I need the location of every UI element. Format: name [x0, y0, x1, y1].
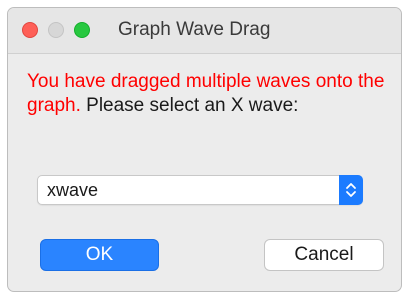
dialog-message: You have dragged multiple waves onto the… [27, 70, 392, 118]
ok-button[interactable]: OK [40, 239, 159, 271]
x-wave-select-value: xwave [47, 180, 99, 200]
window-title: Graph Wave Drag [118, 19, 271, 40]
dialog-window: Graph Wave Drag You have dragged multipl… [7, 7, 402, 292]
x-wave-select[interactable]: xwave [37, 175, 363, 205]
chevron-updown-icon[interactable] [339, 175, 363, 205]
zoom-window-button[interactable] [74, 22, 90, 38]
close-window-button[interactable] [22, 22, 38, 38]
title-bar[interactable]: Graph Wave Drag [8, 8, 401, 54]
minimize-window-button[interactable] [48, 22, 64, 38]
cancel-button[interactable]: Cancel [264, 239, 384, 271]
prompt-text: Please select an X wave: [80, 95, 299, 116]
